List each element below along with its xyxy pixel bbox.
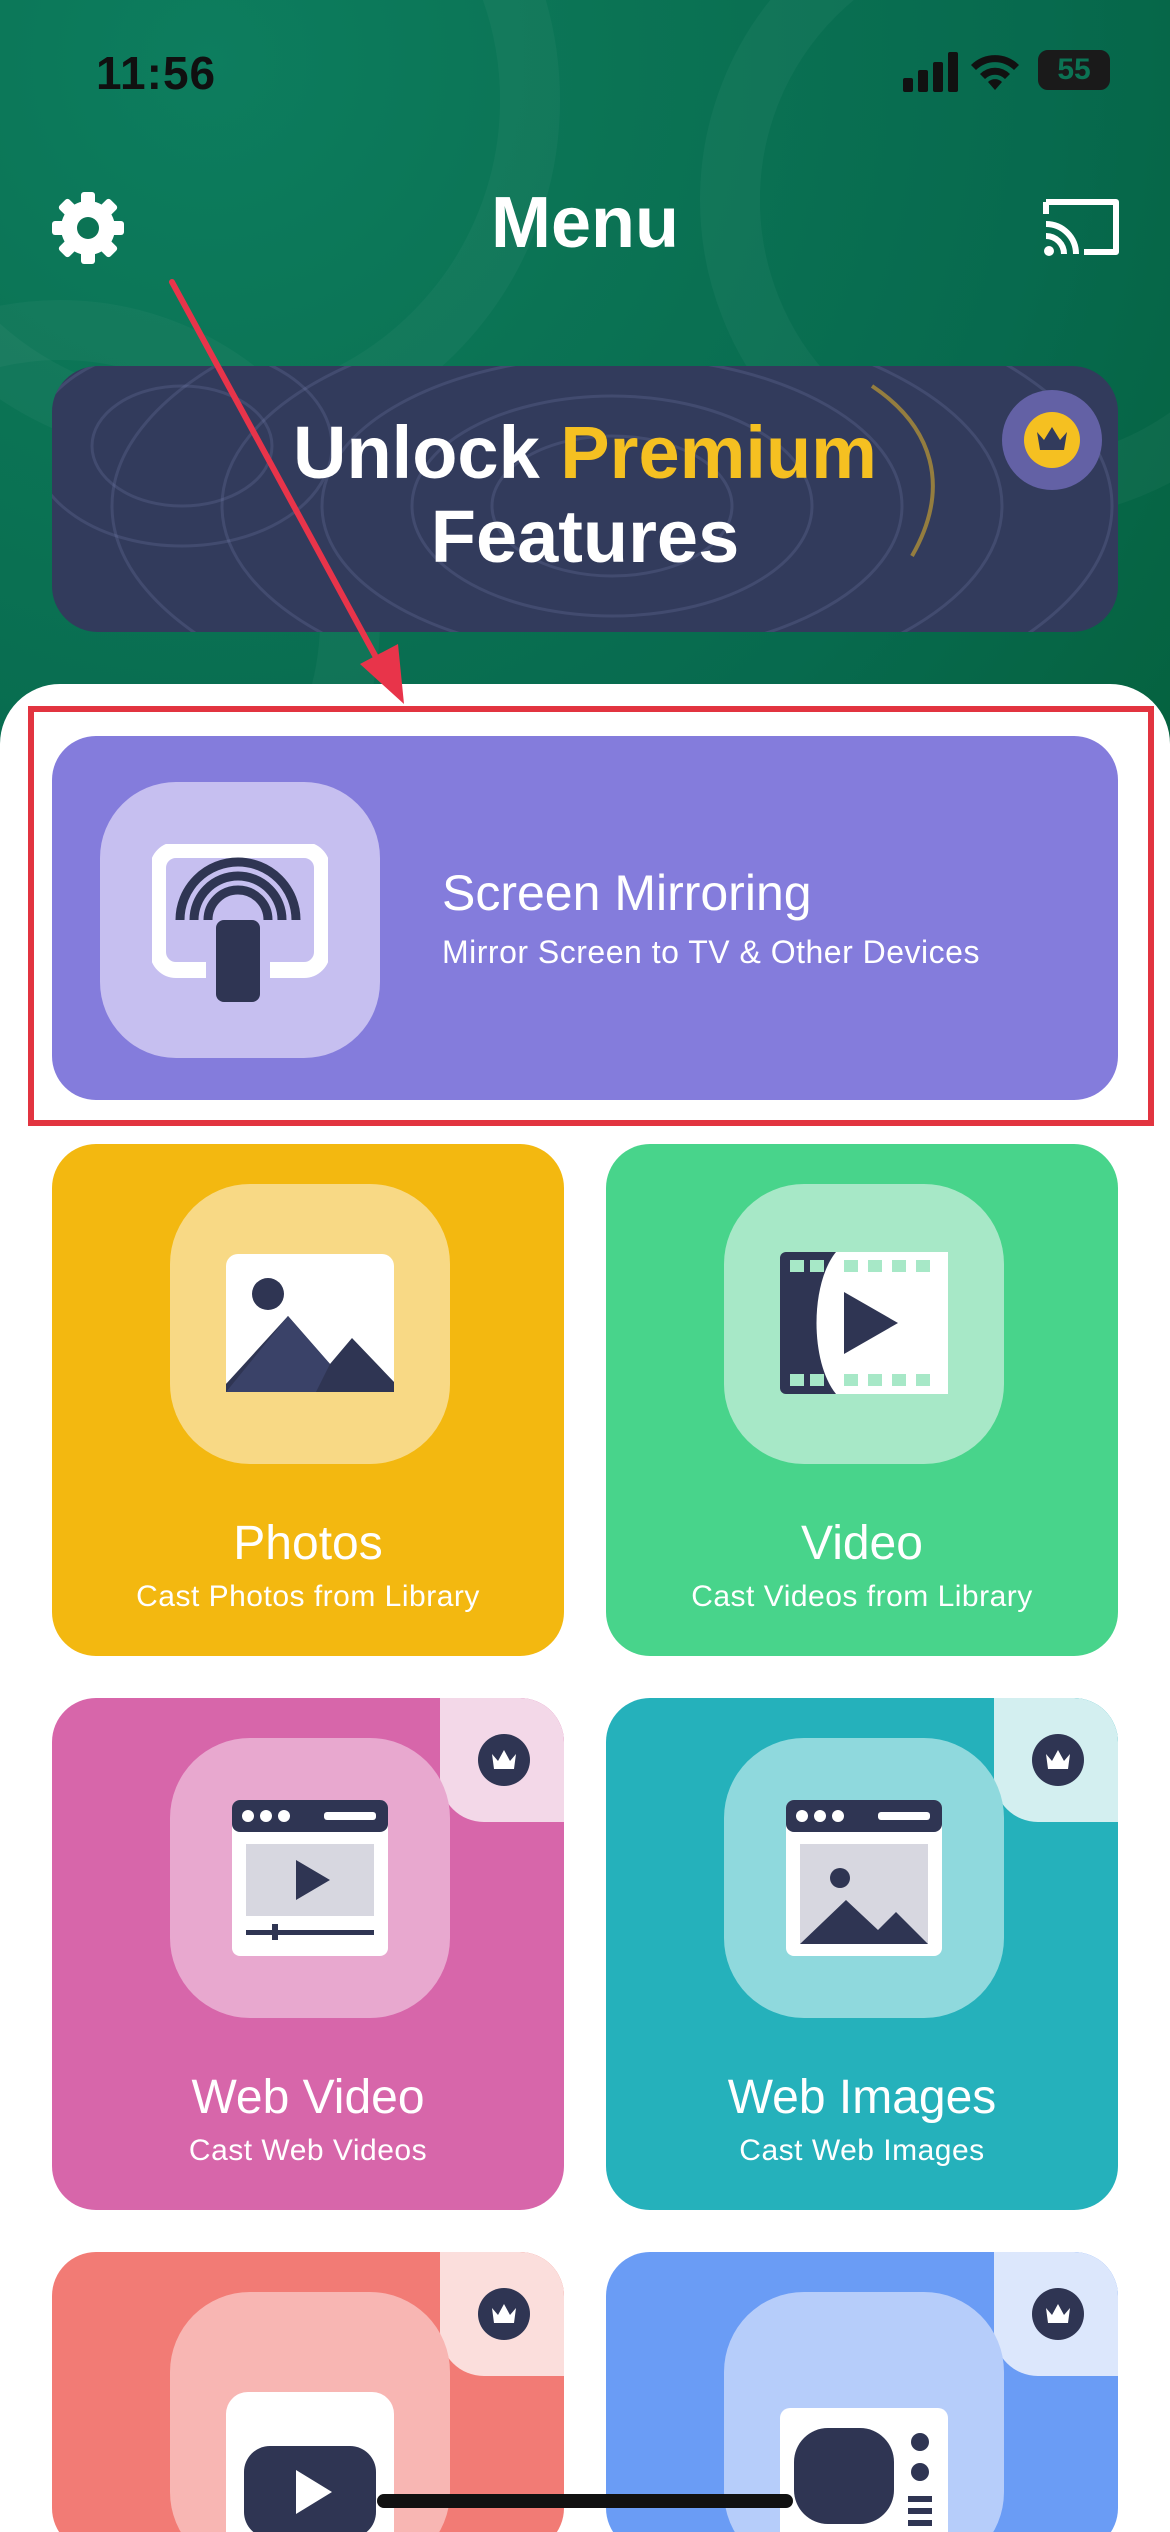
tv-tile[interactable] bbox=[606, 2252, 1118, 2532]
video-title: Video bbox=[801, 1517, 923, 1570]
video-icon-tile bbox=[724, 1184, 1004, 1464]
unlock-premium-banner[interactable]: Unlock Premium Features bbox=[52, 366, 1118, 632]
page-title: Menu bbox=[491, 183, 679, 263]
premium-corner bbox=[440, 2252, 564, 2376]
crown-icon bbox=[492, 1750, 516, 1769]
web-image-icon bbox=[786, 1800, 942, 1956]
premium-corner bbox=[440, 1698, 564, 1822]
highlight-box bbox=[28, 706, 1154, 1126]
web-video-tile[interactable]: Web Video Cast Web Videos bbox=[52, 1698, 564, 2210]
web-video-subtitle: Cast Web Videos bbox=[188, 2134, 428, 2167]
web-images-title: Web Images bbox=[727, 2071, 997, 2124]
crown-badge bbox=[1002, 390, 1102, 490]
video-tile[interactable]: Video Cast Videos from Library bbox=[606, 1144, 1118, 1656]
home-indicator[interactable] bbox=[377, 2494, 793, 2508]
battery-indicator: 55 bbox=[1038, 50, 1110, 90]
photos-icon-tile bbox=[170, 1184, 450, 1464]
status-time: 11:56 bbox=[96, 47, 217, 99]
tv-icon bbox=[780, 2408, 948, 2532]
premium-title-line1: Unlock Premium bbox=[52, 410, 1118, 495]
wifi-icon bbox=[971, 55, 1019, 90]
web-images-subtitle: Cast Web Images bbox=[739, 2134, 985, 2167]
crown-icon bbox=[1046, 2304, 1070, 2323]
premium-prefix: Unlock bbox=[293, 411, 540, 494]
photos-subtitle: Cast Photos from Library bbox=[136, 1580, 480, 1613]
youtube-tile[interactable] bbox=[52, 2252, 564, 2532]
photo-icon bbox=[226, 1254, 394, 1392]
cast-icon[interactable] bbox=[1040, 194, 1122, 260]
web-images-icon-tile bbox=[724, 1738, 1004, 2018]
web-video-title: Web Video bbox=[191, 2071, 425, 2124]
premium-title-line2: Features bbox=[430, 495, 740, 578]
crown-icon bbox=[1046, 1750, 1070, 1769]
photos-tile[interactable]: Photos Cast Photos from Library bbox=[52, 1144, 564, 1656]
youtube-icon bbox=[226, 2392, 394, 2532]
status-bar: 11:56 55 bbox=[0, 0, 1170, 140]
premium-corner bbox=[994, 1698, 1118, 1822]
cellular-signal-icon bbox=[903, 52, 959, 92]
premium-accent: Premium bbox=[560, 411, 877, 494]
video-subtitle: Cast Videos from Library bbox=[691, 1580, 1033, 1613]
crown-icon bbox=[1037, 427, 1067, 450]
film-play-icon bbox=[780, 1252, 948, 1394]
crown-icon bbox=[492, 2304, 516, 2323]
battery-level: 55 bbox=[1057, 53, 1091, 86]
premium-corner bbox=[994, 2252, 1118, 2376]
web-video-icon bbox=[232, 1800, 388, 1956]
photos-title: Photos bbox=[233, 1517, 383, 1570]
web-video-icon-tile bbox=[170, 1738, 450, 2018]
web-images-tile[interactable]: Web Images Cast Web Images bbox=[606, 1698, 1118, 2210]
